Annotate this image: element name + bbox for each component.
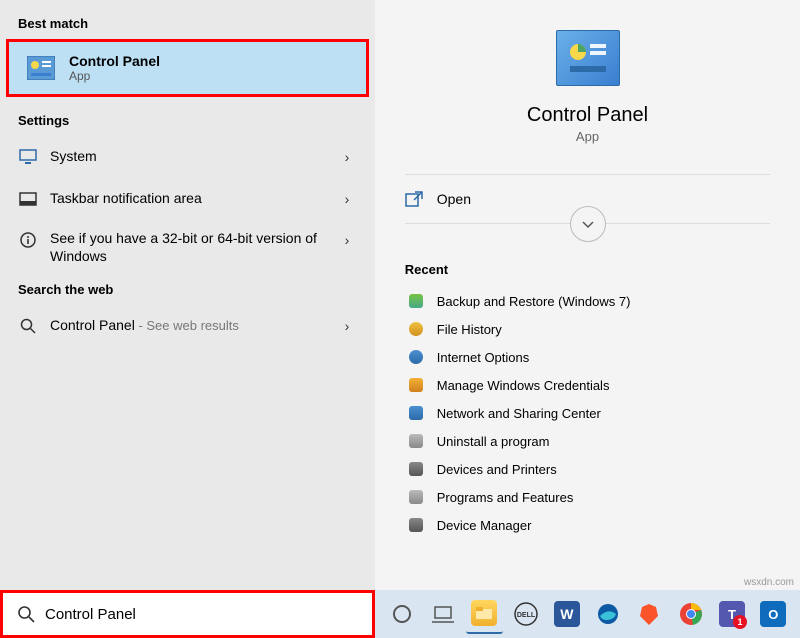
taskbar-word[interactable]: W (548, 594, 585, 634)
best-match-result[interactable]: Control Panel App (6, 39, 369, 97)
backup-icon (405, 292, 427, 310)
recent-item[interactable]: Devices and Printers (405, 455, 771, 483)
best-match-header: Best match (0, 10, 375, 39)
taskbar-edge[interactable] (589, 594, 626, 634)
chevron-right-icon: › (337, 318, 357, 334)
recent-item[interactable]: Device Manager (405, 511, 771, 539)
search-icon (17, 605, 35, 623)
expand-button[interactable] (570, 206, 606, 242)
preview-title: Control Panel (527, 104, 648, 127)
search-box[interactable]: Control Panel (0, 590, 375, 638)
taskbar-dell[interactable]: DELL (507, 594, 544, 634)
search-icon (18, 318, 38, 334)
best-match-subtitle: App (69, 69, 160, 83)
taskbar-icon (18, 192, 38, 206)
web-header: Search the web (0, 276, 375, 305)
teams-icon: T1 (719, 601, 745, 627)
settings-label: System (50, 148, 337, 166)
taskbar-teams[interactable]: T1 (713, 594, 750, 634)
taskview-icon (430, 601, 456, 627)
recent-item[interactable]: File History (405, 315, 771, 343)
recent-item[interactable]: Internet Options (405, 343, 771, 371)
notification-badge: 1 (733, 615, 747, 629)
dell-icon: DELL (513, 601, 539, 627)
search-results-panel: Best match Control Panel App Settings Sy… (0, 0, 375, 590)
device-manager-icon (405, 516, 427, 534)
file-explorer-icon (471, 600, 497, 626)
cortana-icon (389, 601, 415, 627)
taskbar-brave[interactable] (631, 594, 668, 634)
preview-panel: Control Panel App Open Recent Backup and… (375, 0, 800, 590)
network-icon (405, 404, 427, 422)
open-label: Open (437, 191, 471, 207)
control-panel-icon (27, 56, 55, 80)
recent-item[interactable]: Programs and Features (405, 483, 771, 511)
watermark: wsxdn.com (744, 577, 794, 588)
file-history-icon (405, 320, 427, 338)
edge-icon (595, 601, 621, 627)
web-result[interactable]: Control Panel - See web results › (0, 305, 375, 347)
brave-icon (636, 601, 662, 627)
settings-label: Taskbar notification area (50, 190, 337, 208)
settings-item-system[interactable]: System › (0, 136, 375, 178)
chevron-down-icon (581, 217, 595, 231)
taskbar-chrome[interactable] (672, 594, 709, 634)
settings-item-taskbar[interactable]: Taskbar notification area › (0, 178, 375, 220)
recent-item[interactable]: Uninstall a program (405, 427, 771, 455)
svg-text:DELL: DELL (516, 612, 535, 619)
programs-features-icon (405, 488, 427, 506)
taskbar-explorer[interactable] (466, 594, 503, 634)
uninstall-icon (405, 432, 427, 450)
web-label: Control Panel - See web results (50, 317, 337, 335)
internet-options-icon (405, 348, 427, 366)
recent-item[interactable]: Backup and Restore (Windows 7) (405, 287, 771, 315)
recent-item[interactable]: Network and Sharing Center (405, 399, 771, 427)
monitor-icon (18, 149, 38, 165)
taskbar-taskview[interactable] (424, 594, 461, 634)
devices-printers-icon (405, 460, 427, 478)
recent-item[interactable]: Manage Windows Credentials (405, 371, 771, 399)
credentials-icon (405, 376, 427, 394)
taskbar-outlook[interactable]: O (755, 594, 792, 634)
open-icon (405, 191, 423, 207)
settings-header: Settings (0, 107, 375, 136)
word-icon: W (554, 601, 580, 627)
preview-subtitle: App (576, 129, 599, 144)
recent-header: Recent (405, 256, 771, 287)
settings-label: See if you have a 32-bit or 64-bit versi… (50, 230, 337, 265)
outlook-icon: O (760, 601, 786, 627)
best-match-title: Control Panel (69, 53, 160, 69)
control-panel-large-icon (556, 30, 620, 86)
chevron-right-icon: › (337, 191, 357, 207)
taskbar-cortana[interactable] (383, 594, 420, 634)
taskbar: DELL W T1 O (375, 590, 800, 638)
chevron-right-icon: › (337, 149, 357, 165)
settings-item-32-64-bit[interactable]: See if you have a 32-bit or 64-bit versi… (0, 220, 375, 276)
chevron-right-icon: › (337, 232, 357, 248)
chrome-icon (678, 601, 704, 627)
info-icon (18, 232, 38, 248)
search-text: Control Panel (45, 606, 136, 623)
